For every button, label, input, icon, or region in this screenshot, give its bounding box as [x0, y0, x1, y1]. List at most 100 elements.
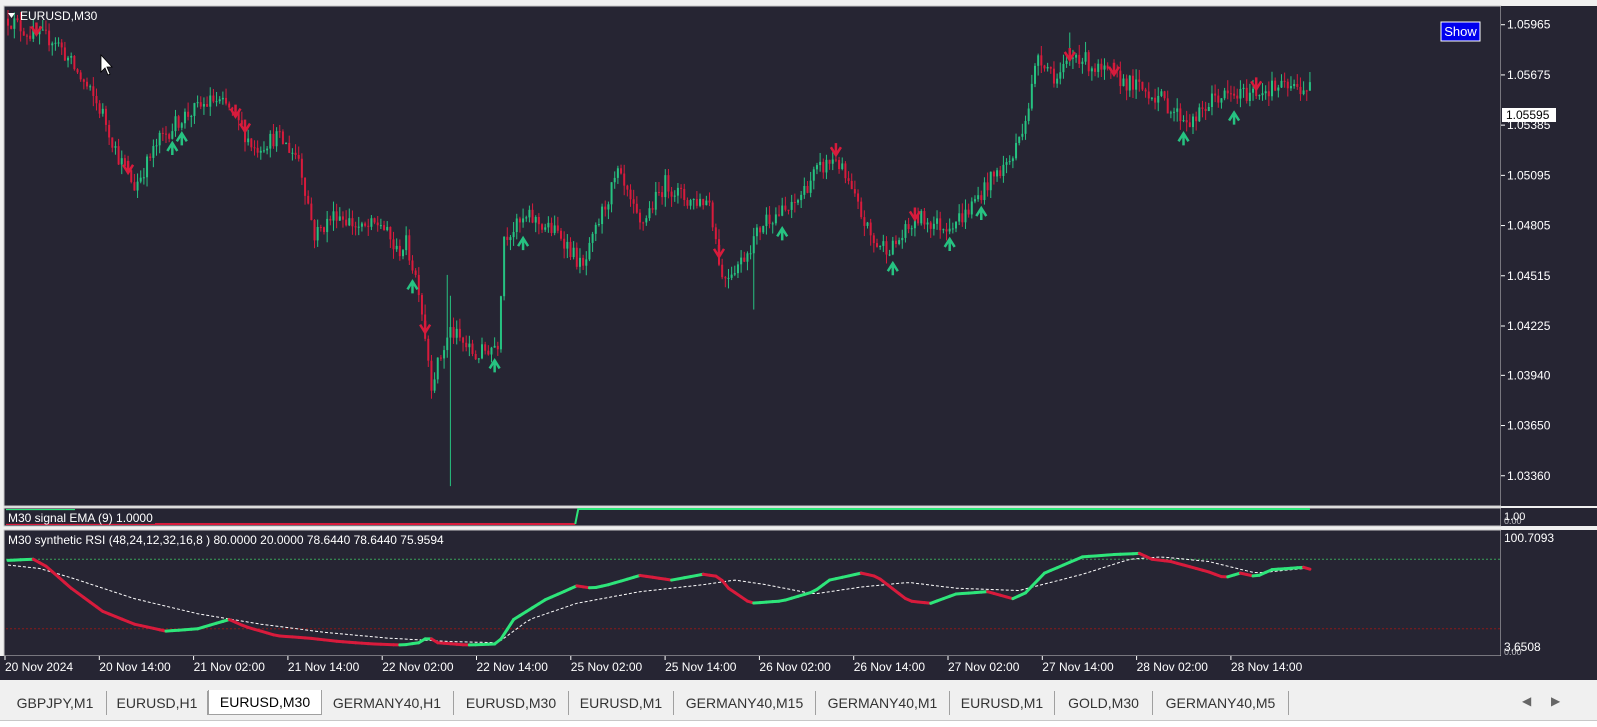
tab-gbpjpy-m1[interactable]: GBPJPY,M1	[4, 691, 107, 715]
candle-body	[29, 36, 31, 39]
candle-body	[1145, 90, 1147, 92]
candle-body	[174, 116, 176, 131]
candle-body	[1224, 91, 1226, 99]
candle-body	[411, 260, 413, 270]
price-label: 1.05965	[1507, 18, 1551, 32]
tab-scroll-right-icon[interactable]: ▶	[1551, 694, 1560, 708]
candle-body	[551, 223, 553, 233]
candle-body	[389, 227, 391, 239]
candle-body	[415, 271, 417, 275]
candle-body	[427, 339, 429, 361]
tab-scroll-left-icon[interactable]: ◀	[1522, 694, 1531, 708]
candle-body	[1135, 79, 1137, 89]
time-label: 22 Nov 02:00	[382, 660, 454, 674]
candle-body	[67, 58, 69, 61]
tab-germany40-m15[interactable]: GERMANY40,M15	[674, 691, 816, 715]
main-price-panel[interactable]	[4, 6, 1501, 506]
tab-germany40-h1[interactable]: GERMANY40,H1	[321, 691, 454, 715]
rsi-segment	[1304, 567, 1310, 569]
candle-body	[667, 175, 669, 191]
candle-body	[607, 204, 609, 209]
candle-body	[636, 204, 638, 213]
tab-eurusd-h1[interactable]: EURUSD,H1	[107, 691, 208, 715]
candle-body	[674, 196, 676, 197]
candle-body	[901, 238, 903, 240]
candle-body	[645, 218, 647, 222]
candle-body	[712, 202, 714, 227]
candle-body	[1186, 120, 1188, 122]
candle-body	[1040, 55, 1042, 65]
candle-body	[942, 229, 944, 230]
candle-body	[383, 225, 385, 230]
candle-body	[298, 155, 300, 159]
candle-body	[958, 213, 960, 221]
candle-body	[611, 182, 613, 204]
candle-body	[149, 157, 151, 158]
candle-body	[1303, 90, 1305, 94]
candle-body	[342, 216, 344, 219]
candle-body	[882, 241, 884, 246]
candle-body	[927, 222, 929, 224]
candle-body	[364, 223, 366, 225]
candle-body	[1249, 93, 1251, 101]
candle-body	[759, 228, 761, 233]
tab-gold-m30[interactable]: GOLD,M30	[1055, 691, 1153, 715]
candle-body	[89, 86, 91, 87]
tab-eurusd-m1-2[interactable]: EURUSD,M1	[950, 691, 1055, 715]
candle-body	[162, 133, 164, 134]
candle-body	[54, 43, 56, 44]
candle-body	[108, 125, 110, 138]
candle-body	[519, 218, 521, 222]
candle-body	[374, 218, 376, 222]
candle-body	[276, 131, 278, 146]
candle-body	[683, 189, 685, 200]
candle-body	[418, 275, 420, 295]
candle-body	[1198, 107, 1200, 121]
candle-body	[165, 134, 167, 135]
tab-germany40-m5[interactable]: GERMANY40,M5	[1153, 691, 1289, 715]
candle-body	[734, 273, 736, 274]
candle-body	[1081, 62, 1083, 64]
candle-body	[1167, 98, 1169, 113]
trading-chart-workspace[interactable]: EURUSD,M30 Show 1.059651.056751.053851.0…	[0, 0, 1597, 726]
candle-body	[1296, 84, 1298, 87]
candle-body	[889, 254, 891, 255]
candle-body	[190, 116, 192, 117]
candle-body	[879, 246, 881, 247]
candle-body	[1217, 96, 1219, 103]
candle-body	[560, 231, 562, 239]
candle-body	[80, 72, 82, 79]
candle-body	[1192, 117, 1194, 128]
candle-body	[781, 206, 783, 216]
candle-body	[111, 137, 113, 147]
candle-body	[490, 348, 492, 355]
show-button[interactable]: Show	[1441, 22, 1480, 41]
tab-eurusd-m30-active[interactable]: EURUSD,M30	[208, 690, 322, 715]
candle-body	[216, 101, 218, 102]
candle-body	[1015, 143, 1017, 158]
rsi-indicator-panel[interactable]	[4, 530, 1501, 656]
candle-body	[301, 159, 303, 178]
candle-body	[336, 211, 338, 220]
candle-body	[756, 228, 758, 237]
tab-eurusd-m30[interactable]: EURUSD,M30	[454, 691, 569, 715]
candle-body	[964, 210, 966, 223]
candle-body	[592, 234, 594, 243]
candle-body	[1059, 72, 1061, 78]
candle-body	[791, 202, 793, 210]
candle-body	[114, 146, 116, 148]
candle-body	[1009, 161, 1011, 162]
candle-body	[1287, 82, 1289, 89]
price-label: 1.04225	[1507, 319, 1551, 333]
candle-body	[724, 277, 726, 278]
candle-body	[1034, 66, 1036, 84]
candle-body	[1021, 134, 1023, 137]
candle-body	[1094, 68, 1096, 72]
candle-body	[876, 243, 878, 247]
candle-body	[1195, 117, 1197, 122]
candle-body	[339, 216, 341, 220]
tab-germany40-m1[interactable]: GERMANY40,M1	[816, 691, 950, 715]
time-label: 21 Nov 02:00	[194, 660, 266, 674]
tab-eurusd-m1[interactable]: EURUSD,M1	[569, 691, 674, 715]
candle-body	[310, 204, 312, 220]
